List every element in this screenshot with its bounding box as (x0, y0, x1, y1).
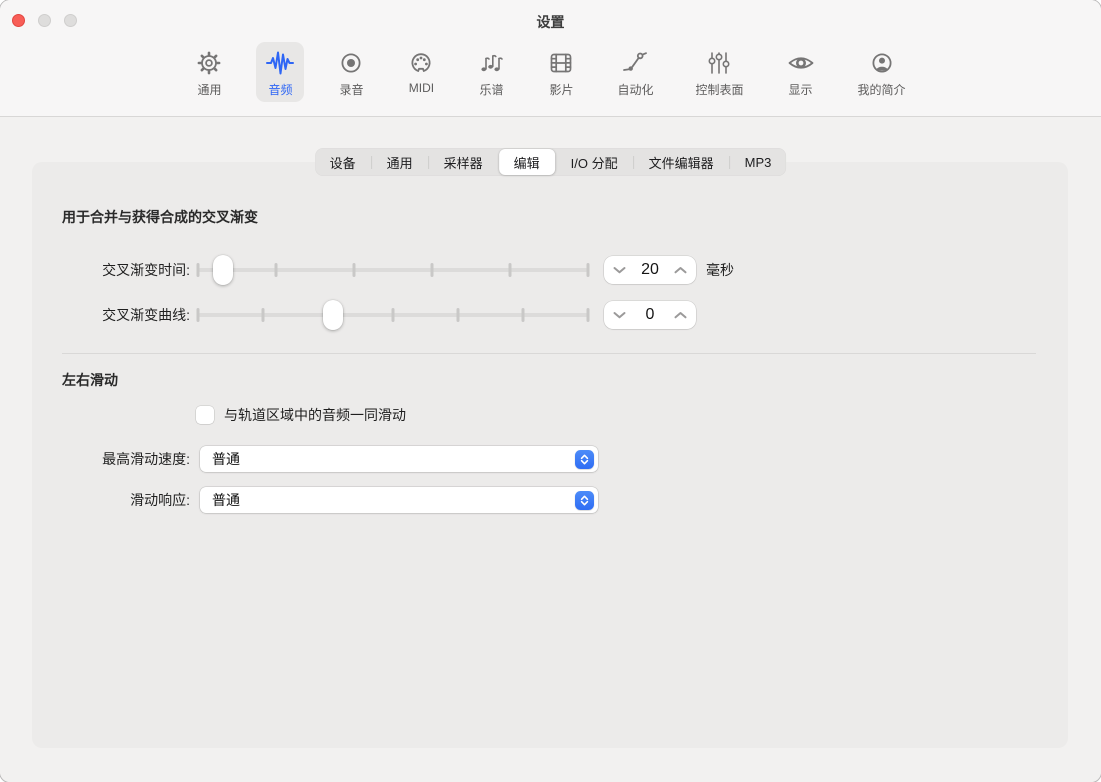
slider-tick (197, 263, 200, 277)
crossfade-time-unit: 毫秒 (706, 256, 734, 284)
section-divider (62, 353, 1036, 354)
chevron-up-icon[interactable] (674, 266, 687, 274)
eye-icon (786, 47, 816, 79)
toolbar-item-control-surfaces[interactable]: 控制表面 (686, 42, 752, 102)
slider-tick (392, 308, 395, 322)
gear-icon (195, 47, 223, 79)
popup-chevrons-icon (575, 450, 594, 469)
music-notes-icon (477, 47, 505, 79)
record-icon (337, 47, 365, 79)
scrub-response-select[interactable]: 普通 (200, 487, 598, 513)
toolbar-item-label: 录音 (339, 81, 363, 98)
toolbar-item-label: 通用 (197, 81, 221, 98)
waveform-icon (265, 47, 295, 79)
toolbar-item-automation[interactable]: 自动化 (608, 42, 662, 102)
slider-tick (353, 263, 356, 277)
crossfade-curve-slider[interactable] (198, 301, 588, 329)
chevron-down-icon[interactable] (613, 266, 626, 274)
toolbar-item-label: MIDI (409, 81, 434, 95)
film-frame-icon (547, 47, 575, 79)
slider-tick (509, 263, 512, 277)
toolbar-item-label: 音频 (268, 81, 292, 98)
slider-thumb[interactable] (213, 255, 233, 285)
toolbar-item-audio[interactable]: 音频 (256, 42, 304, 102)
slider-track (198, 268, 588, 272)
max-scrub-speed-value: 普通 (212, 449, 575, 469)
slider-tick (197, 308, 200, 322)
window-title: 设置 (0, 12, 1101, 32)
popup-chevrons-icon (575, 491, 594, 510)
person-circle-icon (868, 47, 896, 79)
crossfade-time-slider[interactable] (198, 256, 588, 284)
automation-node-icon (621, 47, 649, 79)
crossfade-time-value: 20 (626, 261, 674, 279)
scrub-response-label: 滑动响应: (40, 487, 190, 513)
content-area: 设备 通用 采样器 编辑 I/O 分配 文件编辑器 MP3 用于合并与获得合成的… (0, 118, 1101, 782)
slider-tick (587, 308, 590, 322)
tab-sampler[interactable]: 采样器 (429, 149, 498, 175)
max-scrub-speed-select[interactable]: 普通 (200, 446, 598, 472)
scrub-section-title: 左右滑动 (62, 370, 118, 390)
crossfade-time-label: 交叉渐变时间: (40, 256, 190, 284)
crossfade-curve-value: 0 (626, 306, 674, 324)
scrub-response-value: 普通 (212, 490, 575, 510)
tab-file-editor[interactable]: 文件编辑器 (634, 149, 729, 175)
toolbar-item-recording[interactable]: 录音 (328, 42, 374, 102)
toolbar-item-display[interactable]: 显示 (777, 42, 825, 102)
toolbar-item-my-info[interactable]: 我的简介 (849, 42, 915, 102)
chevron-up-icon[interactable] (674, 311, 687, 319)
slider-thumb[interactable] (323, 300, 343, 330)
toolbar-item-label: 影片 (549, 81, 573, 98)
toolbar-item-label: 乐谱 (479, 81, 503, 98)
toolbar-item-movie[interactable]: 影片 (538, 42, 584, 102)
audio-settings-tabbar: 设备 通用 采样器 编辑 I/O 分配 文件编辑器 MP3 (315, 148, 787, 176)
slider-tick (275, 263, 278, 277)
toolbar-item-label: 显示 (788, 81, 812, 98)
crossfade-curve-stepper[interactable]: 0 (604, 301, 696, 329)
settings-toolbar: 通用 音频 录音 (0, 42, 1101, 102)
slider-tick (457, 308, 460, 322)
crossfade-time-stepper[interactable]: 20 (604, 256, 696, 284)
tab-general[interactable]: 通用 (372, 149, 428, 175)
settings-window: 设置 (0, 0, 1101, 782)
toolbar-item-general[interactable]: 通用 (186, 42, 232, 102)
chevron-down-icon[interactable] (613, 311, 626, 319)
crossfade-section-title: 用于合并与获得合成的交叉渐变 (62, 207, 258, 227)
tab-io-assignments[interactable]: I/O 分配 (556, 149, 633, 175)
slider-tick (262, 308, 265, 322)
scrub-with-audio-checkbox[interactable] (196, 406, 214, 424)
toolbar-item-label: 自动化 (617, 81, 653, 98)
toolbar-item-midi[interactable]: MIDI (398, 42, 444, 99)
sliders-icon (705, 47, 733, 79)
tab-mp3[interactable]: MP3 (730, 149, 787, 175)
toolbar-item-score[interactable]: 乐谱 (468, 42, 514, 102)
midi-connector-icon (407, 47, 435, 79)
max-scrub-speed-label: 最高滑动速度: (40, 446, 190, 472)
titlebar-toolbar: 设置 (0, 0, 1101, 117)
tab-editing[interactable]: 编辑 (499, 149, 555, 175)
slider-tick (431, 263, 434, 277)
tab-devices[interactable]: 设备 (315, 149, 371, 175)
slider-tick (587, 263, 590, 277)
toolbar-item-label: 我的简介 (858, 81, 906, 98)
crossfade-curve-label: 交叉渐变曲线: (40, 301, 190, 329)
slider-tick (521, 308, 524, 322)
toolbar-item-label: 控制表面 (695, 81, 743, 98)
scrub-with-audio-label: 与轨道区域中的音频一同滑动 (224, 406, 406, 424)
